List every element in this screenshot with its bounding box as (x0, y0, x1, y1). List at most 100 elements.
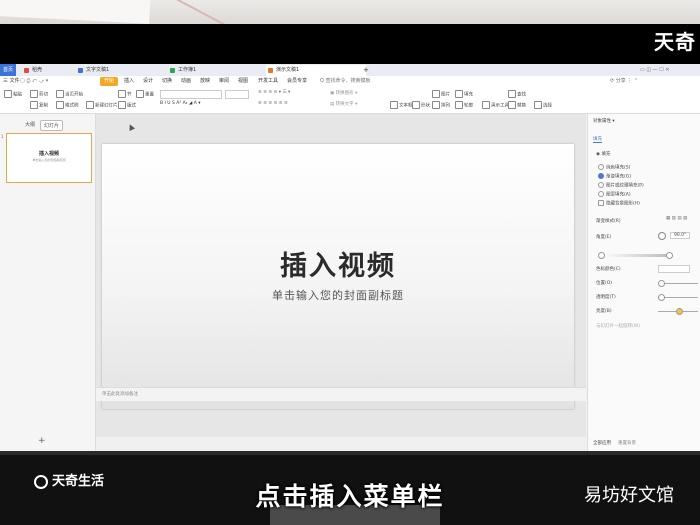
thumbnail-subtitle: 单击输入您的封面副标题 (32, 158, 66, 162)
paper-edge-decor (173, 0, 237, 24)
fill-button[interactable]: 填充 (455, 90, 473, 98)
spreadsheet-icon (170, 68, 175, 73)
option-gradient-fill[interactable]: 渐变填充(G) (598, 173, 631, 180)
new-slide-button[interactable]: 新建幻灯片 (86, 101, 118, 109)
reset-button[interactable]: 重置 (136, 90, 154, 98)
watermark-bottom-right: 易坊好文馆 (584, 485, 674, 506)
font-name-select[interactable] (160, 90, 222, 99)
play-from-current-button[interactable]: 当页开始 (56, 90, 83, 98)
quick-access-icons[interactable]: ▢ ⎙ ⤺ ⤻ ▾ (20, 77, 48, 86)
paste-button[interactable]: 粘贴 (4, 90, 22, 98)
tab-presentation[interactable]: 演示文稿1 (266, 65, 366, 76)
select-button[interactable]: 选择 (534, 101, 552, 109)
slide-thumbnail[interactable]: 插入视频 单击输入您的封面副标题 (6, 133, 92, 183)
fill-icon (455, 90, 463, 98)
menu-insert[interactable]: 插入 (124, 77, 134, 86)
notes-pane[interactable]: 单击此处添加备注 (96, 387, 586, 401)
thumbnail-title: 插入视频 (38, 151, 59, 157)
panel-title[interactable]: 对象属性 ▾ (593, 118, 615, 124)
gradient-style-buttons[interactable]: ▦ ▥ ▤ ▧ (666, 216, 687, 221)
slide-title[interactable]: 插入视频 (102, 244, 574, 283)
monitor-bezel (0, 451, 700, 455)
tab-outline[interactable]: 大纲 (22, 120, 38, 129)
menu-design[interactable]: 设计 (143, 77, 153, 86)
menu-slideshow[interactable]: 放映 (200, 77, 210, 86)
option-hide-background[interactable]: 隐藏背景图形(H) (598, 200, 640, 207)
angle-input[interactable]: 90.0° (670, 232, 691, 239)
object-properties-panel: 对象属性 ▾ 填充 ◉ 填充 纯色填充(S) 渐变填充(G) 图片或纹理填充(P… (587, 114, 700, 451)
share-icons[interactable]: ⟳ 分享 ⋮ ⌃ (610, 77, 638, 86)
slide-thumbnails-panel: 大纲 幻灯片 1 插入视频 单击输入您的封面副标题 + (0, 114, 96, 451)
menu-animation[interactable]: 动画 (181, 77, 191, 86)
docer-icon (24, 68, 29, 73)
paste-icon (4, 90, 12, 98)
paragraph-buttons[interactable]: ≡ ≡ ≡ ≡ ▾ ☰ ▾ (258, 90, 290, 95)
menu-start[interactable]: 开始 (100, 77, 119, 86)
command-search[interactable]: Q 查找命令、搜索模板 (320, 77, 371, 86)
find-button[interactable]: 查找 (508, 90, 526, 98)
slide[interactable]: 插入视频 单击输入您的封面副标题 (102, 144, 574, 409)
copy-button[interactable]: 复制 (30, 101, 48, 109)
shape-button[interactable]: 形状 (412, 101, 430, 109)
tab-document[interactable]: 文字文稿1 (76, 65, 166, 76)
option-pattern-fill[interactable]: 图案填充(A) (598, 191, 631, 198)
menu-bar: 三 文件 ▢ ⎙ ⤺ ⤻ ▾ 开始 插入 设计 切换 动画 放映 审阅 视图 开… (0, 76, 700, 87)
outline-button[interactable]: 轮廓 (455, 101, 473, 109)
angle-dial[interactable] (658, 232, 666, 240)
scissors-icon (30, 90, 38, 98)
radio-icon (598, 182, 604, 188)
tab-fill[interactable]: 填充 (593, 136, 602, 143)
apply-all-button[interactable]: 全部应用 (593, 440, 611, 446)
textbox-button[interactable]: 文本框 (390, 101, 413, 109)
menu-review[interactable]: 审阅 (219, 77, 229, 86)
color-stop-picker[interactable] (658, 265, 690, 273)
menu-file[interactable]: 三 文件 (3, 77, 20, 86)
rotate-with-slide-checkbox[interactable]: 与幻灯片一起旋转(W) (596, 323, 640, 329)
option-solid-fill[interactable]: 纯色填充(S) (598, 164, 630, 171)
reset-background-button[interactable]: 重置背景 (618, 440, 636, 446)
background-photo (0, 0, 700, 24)
tab-home[interactable]: 首页 (0, 64, 16, 76)
gradient-bar[interactable] (600, 254, 670, 257)
menu-member[interactable]: 会员专享 (287, 77, 307, 86)
gradient-stop-right[interactable] (666, 252, 673, 259)
ribbon-toolbar: 粘贴 剪切 复制 格式刷 当页开始 新建幻灯片 版式 节 重置 B I U S … (0, 87, 700, 114)
menu-developer[interactable]: 开发工具 (258, 77, 278, 86)
tab-docer[interactable]: 稻壳 (22, 65, 72, 76)
slide-subtitle[interactable]: 单击输入您的封面副标题 (102, 287, 574, 303)
notes-placeholder: 单击此处添加备注 (102, 392, 138, 397)
window-controls[interactable]: ▭ ◫ — ☐ ✕ (640, 65, 669, 76)
position-label: 位置(O) (596, 281, 613, 286)
font-size-select[interactable] (225, 90, 249, 99)
replace-button[interactable]: 替换 (508, 101, 526, 109)
position-slider-handle[interactable] (658, 280, 665, 287)
layout-button[interactable]: 版式 (118, 101, 136, 109)
menu-view[interactable]: 视图 (238, 77, 248, 86)
format-painter-button[interactable]: 格式刷 (56, 101, 79, 109)
fill-section-header[interactable]: ◉ 填充 (596, 151, 610, 157)
cut-button[interactable]: 剪切 (30, 90, 48, 98)
picture-button[interactable]: 图片 (432, 90, 450, 98)
add-slide-button[interactable]: + (38, 436, 46, 446)
brightness-label: 亮度(B) (596, 309, 612, 314)
gradient-stop-left[interactable] (598, 252, 605, 259)
presentation-tools-icon (482, 101, 490, 109)
cursor-icon (534, 101, 542, 109)
option-picture-fill[interactable]: 图片或纹理填充(P) (598, 182, 644, 189)
section-button[interactable]: 节 (118, 90, 132, 98)
text-direction[interactable]: ▤ 转换文字 ▾ (330, 101, 357, 107)
tab-slides[interactable]: 幻灯片 (40, 120, 64, 131)
convert-smartart[interactable]: ▣ 转换图形 ▾ (330, 90, 357, 96)
menu-transition[interactable]: 切换 (162, 77, 172, 86)
alignment-buttons[interactable]: ≡ ≡ ≡ ≡ ≡ ≡ (258, 101, 288, 106)
presentation-tools-button[interactable]: 演示工具 (482, 101, 509, 109)
new-tab-button[interactable]: + (361, 65, 369, 76)
transparency-slider-handle[interactable] (658, 294, 665, 301)
angle-label: 角度(E) (596, 235, 612, 240)
radio-selected-icon (598, 173, 604, 179)
brightness-slider-handle[interactable] (676, 308, 683, 315)
checkbox-icon (598, 200, 604, 206)
arrange-button[interactable]: 排列 (432, 101, 450, 109)
tab-workbook[interactable]: 工作簿1 (168, 65, 258, 76)
font-style-buttons[interactable]: B I U S A² A₂ ◢ A ▾ (160, 101, 201, 106)
